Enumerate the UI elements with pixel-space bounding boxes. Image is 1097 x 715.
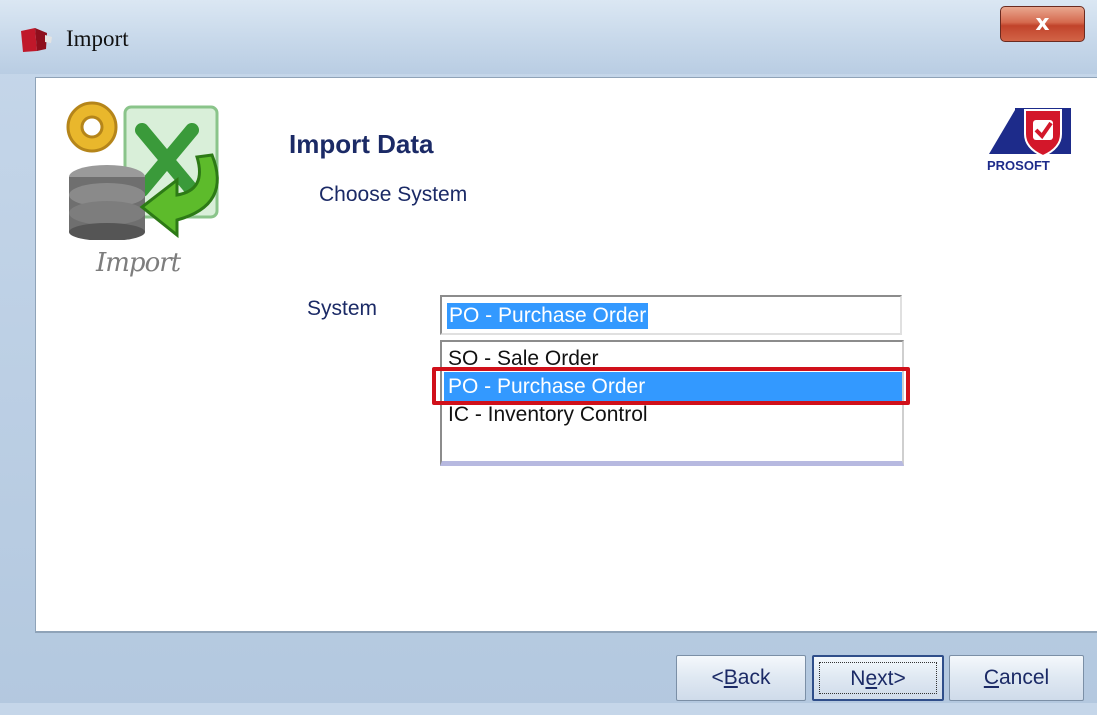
system-label: System	[307, 297, 378, 320]
page-title: Import Data	[289, 129, 434, 159]
cancel-button-mnemonic: C	[983, 666, 999, 689]
focus-rect	[819, 662, 937, 694]
prosoft-logo: PROSOFT	[985, 104, 1075, 176]
window-title: Import	[66, 26, 129, 51]
system-combo-value: PO - Purchase Order	[447, 303, 649, 329]
system-combo-input[interactable]: PO - Purchase Order	[440, 295, 902, 335]
cancel-button[interactable]: Cancel	[949, 655, 1084, 701]
prosoft-brand-text: PROSOFT	[987, 158, 1050, 173]
import-logo-caption: Import	[96, 248, 181, 278]
close-button[interactable]: x	[1000, 6, 1085, 42]
title-bar: Import x	[0, 0, 1097, 74]
page-subtitle: Choose System	[319, 183, 468, 206]
back-button-rest: ack	[737, 666, 771, 689]
back-button-mnemonic: B	[723, 666, 738, 689]
next-button[interactable]: Next>	[812, 655, 944, 701]
highlight-annotation	[432, 367, 910, 405]
prosoft-shield-icon	[989, 108, 1071, 158]
cancel-button-rest: ancel	[998, 666, 1050, 689]
window-bottom-frame	[0, 703, 1097, 715]
back-button[interactable]: <Back	[676, 655, 806, 701]
import-window: Import x Import Import Data Choose Syste…	[0, 0, 1097, 715]
import-app-icon	[21, 28, 52, 52]
close-icon: x	[1035, 11, 1050, 36]
footer-divider	[35, 631, 1097, 633]
import-database-excel-icon	[66, 101, 219, 240]
back-button-prefix: <	[711, 666, 724, 689]
